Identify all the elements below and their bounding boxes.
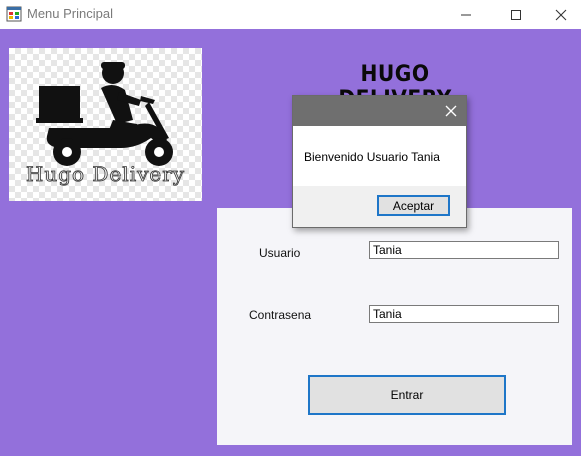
close-button[interactable] (538, 0, 581, 29)
maximize-icon (511, 9, 521, 20)
title-bar: Menu Principal (0, 0, 581, 29)
close-icon (445, 105, 457, 117)
dialog-footer: Aceptar (293, 186, 466, 227)
aceptar-button[interactable]: Aceptar (377, 195, 450, 216)
message-dialog: Bienvenido Usuario Tania Aceptar (292, 95, 467, 228)
close-icon (555, 9, 567, 20)
windows-form-icon (6, 6, 22, 22)
dialog-message: Bienvenido Usuario Tania (304, 150, 440, 164)
delivery-scooter-icon (36, 62, 173, 166)
login-panel: Usuario Tania Contrasena Tania Entrar (217, 208, 572, 445)
password-label: Contrasena (249, 308, 312, 322)
password-input[interactable]: Tania (369, 305, 559, 323)
entrar-button[interactable]: Entrar (308, 375, 506, 415)
logo-picture: Hugo Delivery (9, 48, 202, 201)
window-title: Menu Principal (27, 6, 113, 21)
dialog-close-button[interactable] (436, 96, 466, 126)
dialog-title-bar (293, 96, 466, 126)
minimize-button[interactable] (443, 0, 489, 29)
logo-caption: Hugo Delivery (25, 162, 186, 187)
minimize-icon (461, 14, 471, 15)
maximize-button[interactable] (493, 0, 539, 29)
user-label: Usuario (259, 246, 301, 260)
user-input[interactable]: Tania (369, 241, 559, 259)
